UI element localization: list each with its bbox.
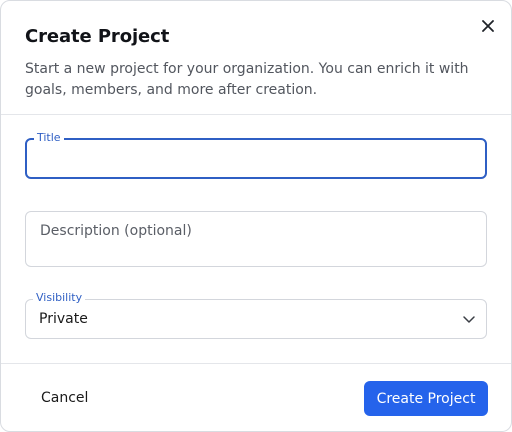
dialog-footer: Cancel Create Project	[1, 363, 511, 431]
visibility-select[interactable]: Visibility Private	[25, 291, 487, 339]
create-project-button[interactable]: Create Project	[364, 381, 488, 416]
visibility-selected-value: Private	[39, 311, 88, 327]
cancel-button[interactable]: Cancel	[29, 381, 100, 415]
title-field: Title	[25, 131, 487, 179]
close-icon	[482, 20, 494, 32]
dialog-title: Create Project	[25, 26, 170, 47]
close-button[interactable]	[477, 15, 499, 37]
visibility-field-label: Visibility	[33, 291, 86, 305]
description-input[interactable]	[26, 212, 486, 266]
create-project-dialog: Create Project Start a new project for y…	[0, 0, 512, 432]
dialog-subtitle: Start a new project for your organizatio…	[25, 61, 469, 98]
chevron-down-icon	[463, 316, 475, 323]
title-input[interactable]	[27, 140, 485, 177]
dialog-header: Create Project Start a new project for y…	[1, 1, 511, 115]
description-field	[25, 211, 487, 267]
